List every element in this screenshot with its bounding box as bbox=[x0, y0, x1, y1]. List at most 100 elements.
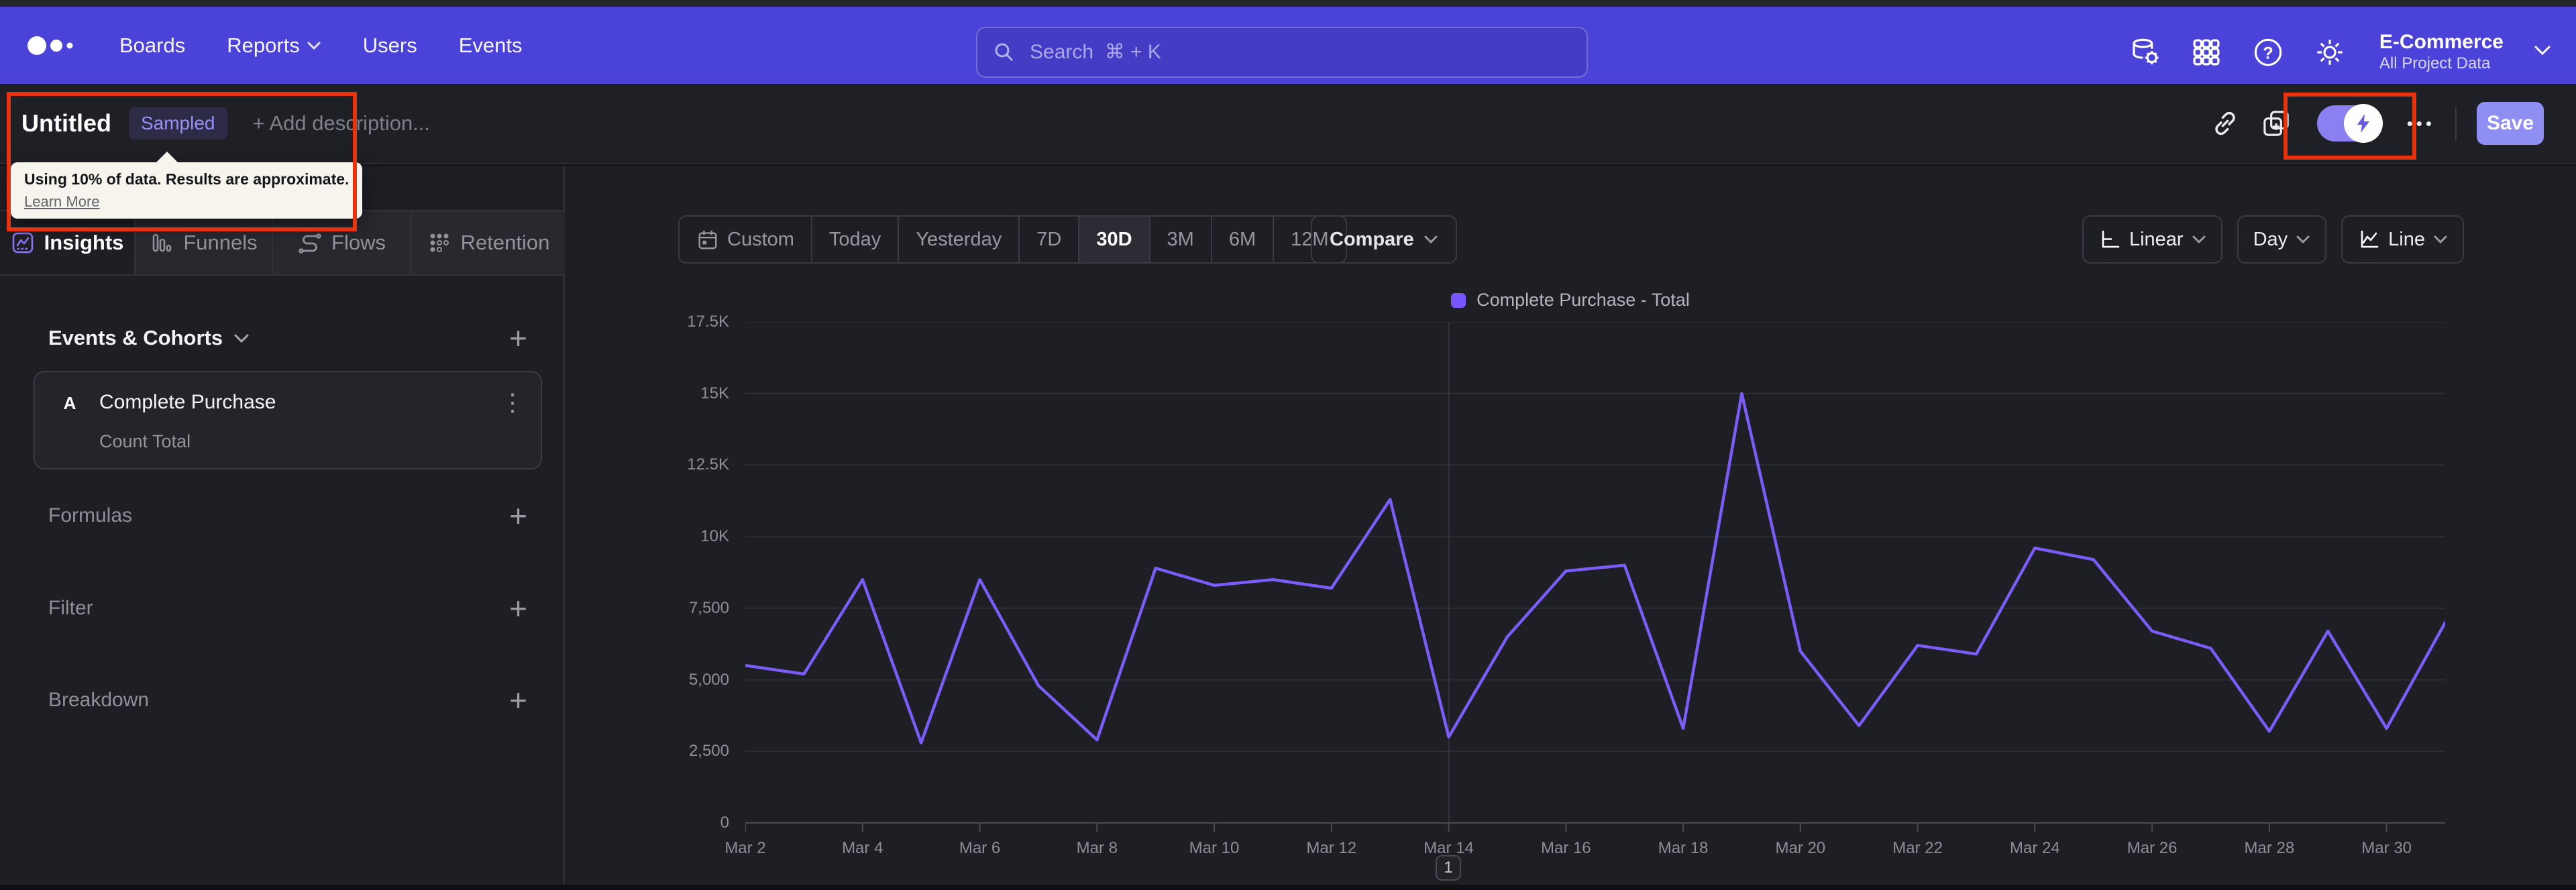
y-tick-label: 5,000 bbox=[688, 670, 729, 689]
x-tick-label: Mar 20 bbox=[1775, 839, 1826, 857]
learn-more-link[interactable]: Learn More bbox=[24, 193, 349, 211]
x-tick-label: Mar 28 bbox=[2244, 839, 2295, 857]
tab-insights[interactable]: Insights bbox=[0, 211, 136, 274]
add-formulas-button[interactable]: + bbox=[509, 500, 527, 531]
add-event-button[interactable]: + bbox=[509, 323, 527, 353]
line-chart-plot[interactable] bbox=[743, 321, 2447, 833]
chart-legend: Complete Purchase - Total bbox=[565, 290, 2576, 311]
sampled-badge[interactable]: Sampled bbox=[128, 107, 227, 140]
top-navbar: Boards Reports Users Events ? E-Commerce Al… bbox=[0, 7, 2576, 84]
y-tick-label: 17.5K bbox=[687, 313, 729, 331]
save-button[interactable]: Save bbox=[2477, 102, 2544, 145]
query-builder-sidebar: Insights Funnels Flows Retention Events & C… bbox=[0, 166, 565, 885]
global-search[interactable] bbox=[976, 27, 1588, 78]
nav-item-boards[interactable]: Boards bbox=[119, 34, 185, 58]
y-tick-label: 10K bbox=[700, 527, 729, 546]
window-bottom-strip bbox=[0, 885, 2576, 890]
data-management-icon[interactable] bbox=[2129, 36, 2161, 68]
settings-gear-icon[interactable] bbox=[2314, 36, 2346, 68]
chevron-down-icon bbox=[2296, 235, 2310, 244]
nav-item-users[interactable]: Users bbox=[363, 34, 417, 58]
chevron-down-icon bbox=[307, 42, 321, 50]
event-name[interactable]: Complete Purchase bbox=[99, 391, 276, 414]
x-tick-label: Mar 8 bbox=[1076, 839, 1118, 857]
add-description-field[interactable]: + Add description... bbox=[253, 111, 431, 135]
report-titlebar: Untitled Sampled + Add description... bbox=[0, 84, 2576, 164]
y-tick-label: 12.5K bbox=[687, 455, 729, 474]
add-filter-button[interactable]: + bbox=[509, 593, 527, 624]
x-tick-label: Mar 22 bbox=[1892, 839, 1943, 857]
compare-label: Compare bbox=[1330, 228, 1414, 250]
legend-item-complete-purchase[interactable]: Complete Purchase - Total bbox=[1451, 290, 1690, 311]
calendar-icon bbox=[698, 230, 717, 249]
nav-item-label: Users bbox=[362, 33, 417, 57]
report-title[interactable]: Untitled bbox=[21, 109, 111, 137]
x-tick-label: Mar 12 bbox=[1306, 839, 1357, 857]
add-breakdown-button[interactable]: + bbox=[509, 685, 527, 716]
y-tick-label: 2,500 bbox=[688, 742, 729, 761]
line-chart-svg bbox=[743, 321, 2447, 832]
workspace-switcher[interactable]: E-Commerce All Project Data bbox=[2379, 31, 2504, 72]
tab-retention[interactable]: Retention bbox=[412, 211, 565, 274]
main-content: Insights Funnels Flows Retention Events & C… bbox=[0, 166, 2576, 885]
range-7d[interactable]: 7D bbox=[1018, 217, 1078, 262]
nav-item-events[interactable]: Events bbox=[459, 34, 523, 58]
lightning-bolt-icon bbox=[2357, 114, 2369, 133]
mixpanel-logo-icon[interactable] bbox=[27, 34, 78, 57]
events-cohorts-label: Events & Cohorts bbox=[48, 326, 223, 349]
insights-icon bbox=[12, 232, 33, 254]
workspace-scope: All Project Data bbox=[2379, 54, 2491, 72]
x-tick-label: Mar 26 bbox=[2127, 839, 2178, 857]
range-custom[interactable]: Custom bbox=[680, 217, 811, 262]
chevron-down-icon bbox=[1424, 235, 1438, 244]
section-label: Formulas bbox=[48, 504, 133, 526]
range-3m[interactable]: 3M bbox=[1148, 217, 1211, 262]
nav-item-reports[interactable]: Reports bbox=[227, 34, 321, 58]
section-filter: Filter + bbox=[48, 593, 527, 624]
granularity-dropdown[interactable]: Day bbox=[2237, 215, 2327, 264]
more-options-button[interactable]: ••• bbox=[2407, 113, 2435, 134]
tab-flows[interactable]: Flows bbox=[273, 211, 412, 274]
search-input[interactable] bbox=[1028, 40, 1554, 64]
sampling-toggle[interactable] bbox=[2316, 104, 2383, 143]
help-icon[interactable]: ? bbox=[2252, 36, 2284, 68]
section-formulas: Formulas + bbox=[48, 500, 527, 531]
events-cohorts-header: Events & Cohorts + bbox=[48, 323, 527, 353]
annotation-marker-1[interactable]: 1 bbox=[1436, 855, 1461, 881]
chevron-down-icon bbox=[234, 334, 249, 343]
x-tick-label: Mar 4 bbox=[842, 839, 883, 857]
chart-type-dropdown[interactable]: Line bbox=[2341, 215, 2464, 264]
tab-label: Insights bbox=[44, 231, 124, 254]
tab-label: Flows bbox=[331, 231, 386, 254]
x-tick-label: Mar 6 bbox=[959, 839, 1001, 857]
duplicate-icon[interactable] bbox=[2261, 108, 2292, 139]
range-yesterday[interactable]: Yesterday bbox=[898, 217, 1018, 262]
scale-dropdown[interactable]: Linear bbox=[2082, 215, 2222, 264]
event-card-complete-purchase[interactable]: A Complete Purchase ⋮ Count Total bbox=[34, 371, 542, 469]
share-link-icon[interactable] bbox=[2210, 108, 2241, 139]
compare-button[interactable]: Compare bbox=[1311, 215, 1457, 264]
range-today[interactable]: Today bbox=[810, 217, 898, 262]
chart-display-controls: Linear Day Line bbox=[2082, 215, 2464, 264]
tab-funnels[interactable]: Funnels bbox=[136, 211, 273, 274]
range-6m[interactable]: 6M bbox=[1210, 217, 1273, 262]
window-top-strip bbox=[0, 0, 2576, 7]
linear-axis-icon bbox=[2102, 230, 2120, 248]
apps-grid-icon[interactable] bbox=[2190, 36, 2222, 68]
tab-label: Retention bbox=[460, 231, 550, 254]
y-tick-label: 15K bbox=[700, 384, 729, 402]
svg-text:?: ? bbox=[2263, 44, 2273, 62]
report-type-tabs: Insights Funnels Flows Retention bbox=[0, 210, 565, 276]
range-label: Yesterday bbox=[916, 228, 1002, 250]
retention-icon bbox=[430, 233, 449, 252]
chevron-down-icon bbox=[2434, 235, 2447, 244]
date-range-selector: Custom Today Yesterday 7D 30D 3M 6M 12M bbox=[678, 215, 1347, 264]
events-cohorts-dropdown[interactable]: Events & Cohorts bbox=[48, 326, 250, 350]
workspace-chevron-down-icon[interactable] bbox=[2533, 44, 2552, 60]
section-label: Breakdown bbox=[48, 689, 150, 711]
nav-item-label: Boards bbox=[119, 33, 186, 57]
range-30d[interactable]: 30D bbox=[1078, 217, 1149, 262]
event-kebab-menu-icon[interactable]: ⋮ bbox=[500, 388, 525, 416]
funnels-icon bbox=[153, 233, 172, 252]
event-metric[interactable]: Count Total bbox=[99, 431, 191, 452]
